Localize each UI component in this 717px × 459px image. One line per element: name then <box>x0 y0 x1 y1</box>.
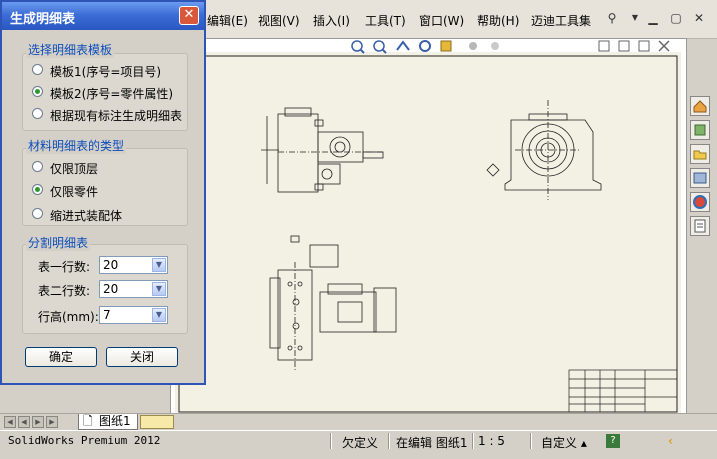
window-restore-icon[interactable] <box>618 40 630 52</box>
generate-bom-dialog: 生成明细表 ✕ 选择明细表模板 模板1(序号=项目号) 模板2(序号=零件属性)… <box>0 0 206 385</box>
menu-insert[interactable]: 插入(I) <box>313 12 350 29</box>
table1-rows-label: 表一行数: <box>38 260 91 274</box>
help-icon[interactable]: ? <box>606 434 620 448</box>
first-sheet-icon[interactable]: ◀ <box>4 416 16 428</box>
previous-view-icon[interactable] <box>396 40 410 51</box>
sheet-tab-label: 图纸1 <box>99 414 131 428</box>
menu-maidi-tools[interactable]: 迈迪工具集 <box>531 12 591 29</box>
display-style-icon[interactable] <box>440 40 452 52</box>
settings-icon[interactable] <box>469 42 477 50</box>
row-height-select[interactable]: 7 ▼ <box>99 306 168 324</box>
chevron-down-icon[interactable]: ▼ <box>152 258 166 272</box>
custom-properties-icon[interactable] <box>690 216 710 236</box>
table2-rows-select[interactable]: 20 ▼ <box>99 280 168 298</box>
bom-type-group-title: 材料明细表的类型 <box>26 137 127 154</box>
product-name: SolidWorks Premium 2012 <box>8 434 161 447</box>
radio-button[interactable] <box>32 108 43 119</box>
editing-status: 在编辑 图纸1 <box>396 436 468 450</box>
side-view <box>261 107 385 193</box>
radio-button[interactable] <box>32 184 43 195</box>
menu-edit[interactable]: 编辑(E) <box>207 12 248 29</box>
drawing-views <box>178 55 678 413</box>
add-sheet-button[interactable] <box>140 415 174 429</box>
restore-icon[interactable]: ▢ <box>668 10 684 26</box>
divider <box>388 433 390 449</box>
template-group-title: 选择明细表模板 <box>26 41 115 58</box>
appearances-icon[interactable] <box>690 192 710 212</box>
design-library-icon[interactable] <box>690 120 710 140</box>
divider <box>330 433 332 449</box>
minimize-icon[interactable]: ▁ <box>645 10 661 26</box>
last-sheet-icon[interactable]: ▶ <box>46 416 58 428</box>
chevron-down-icon[interactable]: ▼ <box>627 10 643 26</box>
sheet-tabs-bar: ◀ ◀ ▶ ▶ 🗋 图纸1 <box>0 413 717 431</box>
prev-sheet-icon[interactable]: ◀ <box>18 416 30 428</box>
top-view <box>269 235 397 370</box>
radio-button[interactable] <box>32 86 43 97</box>
menu-view[interactable]: 视图(V) <box>258 12 300 29</box>
dialog-title-bar[interactable]: 生成明细表 ✕ <box>2 2 204 30</box>
menu-tools[interactable]: 工具(T) <box>365 12 406 29</box>
close-button[interactable]: 关闭 <box>106 347 178 367</box>
menu-help[interactable]: 帮助(H) <box>477 12 519 29</box>
status-bar: SolidWorks Premium 2012 欠定义 在编辑 图纸1 1 : … <box>0 430 717 459</box>
file-explorer-icon[interactable] <box>690 144 710 164</box>
view-palette-icon[interactable] <box>690 168 710 188</box>
radio-button[interactable] <box>32 208 43 219</box>
radio-label: 根据现有标注生成明细表 <box>50 109 183 123</box>
menu-window[interactable]: 窗口(W) <box>419 12 464 29</box>
radio-button[interactable] <box>32 161 43 172</box>
task-pane-toolbar <box>688 90 714 240</box>
window-maximize-icon[interactable] <box>638 40 650 52</box>
sheet-icon: 🗋 <box>83 414 93 428</box>
radio-label: 模板2(序号=零件属性) <box>50 87 174 101</box>
table1-rows-select[interactable]: 20 ▼ <box>99 256 168 274</box>
split-bom-group-title: 分割明细表 <box>26 234 91 251</box>
radio-label: 模板1(序号=项目号) <box>50 65 162 79</box>
table2-rows-label: 表二行数: <box>38 284 91 298</box>
divider <box>530 433 532 449</box>
dialog-close-button[interactable]: ✕ <box>179 6 199 25</box>
radio-button[interactable] <box>32 64 43 75</box>
select-value: 20 <box>103 258 119 272</box>
close-icon: ✕ <box>183 7 195 22</box>
radio-label: 缩进式装配体 <box>50 209 123 223</box>
divider <box>472 433 474 449</box>
view-orientation-icon[interactable] <box>491 42 499 50</box>
select-value: 20 <box>103 282 119 296</box>
close-icon[interactable]: ✕ <box>691 10 707 26</box>
select-value: 7 <box>103 308 111 322</box>
scale-status: 1 : 5 <box>478 434 505 448</box>
ok-button[interactable]: 确定 <box>25 347 97 367</box>
radio-label: 仅限零件 <box>50 185 99 199</box>
dialog-title: 生成明细表 <box>10 12 76 27</box>
definition-status: 欠定义 <box>342 436 379 450</box>
home-icon[interactable] <box>690 96 710 116</box>
rotate-view-icon[interactable] <box>419 40 431 52</box>
pushpin-icon[interactable]: ⚲ <box>604 10 620 26</box>
front-view <box>486 100 602 200</box>
chevron-left-icon[interactable]: ‹ <box>668 434 673 448</box>
chevron-down-icon[interactable]: ▼ <box>152 308 166 322</box>
units-status[interactable]: 自定义 ▴ <box>541 434 587 451</box>
radio-label: 仅限顶层 <box>50 162 99 176</box>
title-block <box>568 369 678 413</box>
next-sheet-icon[interactable]: ▶ <box>32 416 44 428</box>
window-minimize-icon[interactable] <box>598 40 610 52</box>
row-height-label: 行高(mm): <box>38 310 99 324</box>
tab-sheet1[interactable]: 🗋 图纸1 <box>78 414 138 430</box>
chevron-down-icon[interactable]: ▼ <box>152 282 166 296</box>
window-close-icon[interactable] <box>658 40 670 52</box>
